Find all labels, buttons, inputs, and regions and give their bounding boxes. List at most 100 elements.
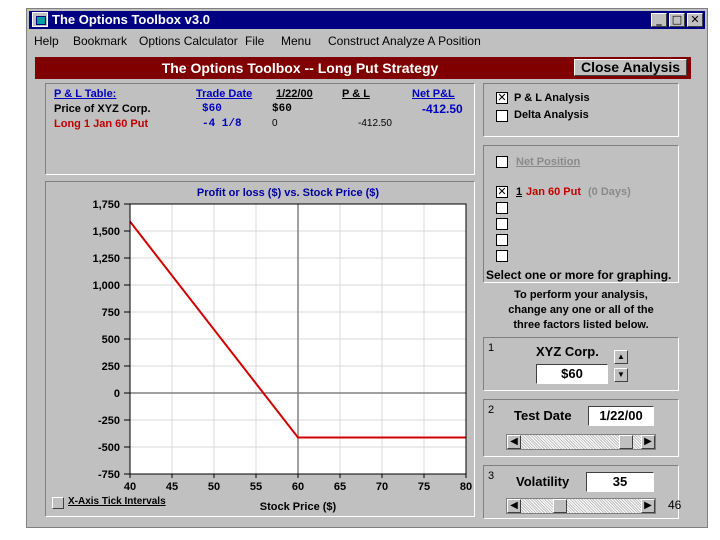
factor-2-label: Test Date	[514, 408, 572, 423]
close-analysis-button[interactable]: Close Analysis	[574, 59, 687, 76]
x-tick-label: 75	[418, 481, 430, 493]
scroll-right-icon[interactable]: ▶	[641, 499, 655, 513]
analysis-options: ✕ P & L Analysis Delta Analysis	[483, 83, 679, 137]
col-date: 1/22/00	[276, 88, 313, 100]
strategy-title: The Options Toolbox -- Long Put Strategy	[161, 60, 439, 76]
net-position-checkbox[interactable]	[496, 156, 508, 168]
scroll-left-icon[interactable]: ◀	[507, 435, 521, 449]
instruction-line-3: three factors listed below.	[513, 319, 649, 331]
instruction-line-2: change any one or all of the	[508, 304, 654, 316]
test-date-field[interactable]: 1/22/00	[588, 406, 654, 426]
chart-title: Profit or loss ($) vs. Stock Price ($)	[197, 187, 380, 199]
xaxis-tick-toggle[interactable]	[52, 497, 64, 509]
close-icon[interactable]: ✕	[687, 13, 703, 27]
factor-3-label: Volatility	[516, 474, 570, 489]
delta-analysis-checkbox[interactable]	[496, 110, 508, 122]
net-position-label: Net Position	[516, 156, 581, 168]
factor-1-num: 1	[488, 342, 495, 354]
y-tick-label: 500	[102, 334, 120, 346]
y-tick-label: -750	[98, 469, 120, 481]
net-pl-value: -412.50	[422, 102, 463, 116]
y-tick-label: 1,500	[92, 226, 120, 238]
menu-bar: Help Bookmark Options Calculator File Me…	[29, 31, 705, 51]
factor-1-label: XYZ Corp.	[536, 344, 599, 359]
window-title: The Options Toolbox v3.0	[52, 12, 210, 27]
title-bar[interactable]: The Options Toolbox v3.0 _ □ ✕	[29, 11, 705, 29]
x-tick-label: 45	[166, 481, 178, 493]
factor-3-box: 3 Volatility 35 ◀ ▶	[483, 465, 679, 519]
position-3-checkbox[interactable]	[496, 218, 508, 230]
col-net-pl: Net P&L	[412, 88, 455, 100]
maximize-icon[interactable]: □	[669, 13, 685, 27]
positions-list: Net Position ✕ 1 Jan 60 Put (0 Days) Sel…	[483, 145, 679, 283]
price-down-icon[interactable]: ▼	[614, 368, 628, 382]
y-tick-label: 0	[114, 388, 120, 400]
x-tick-label: 40	[124, 481, 136, 493]
app-icon[interactable]	[32, 12, 48, 27]
test-date-thumb[interactable]	[618, 435, 633, 449]
delta-analysis-label: Delta Analysis	[514, 109, 589, 121]
menu-file[interactable]: File	[245, 31, 264, 51]
row-price-trade: $60	[202, 103, 222, 115]
y-tick-label: -250	[98, 415, 120, 427]
factor-2-box: 2 Test Date 1/22/00 ◀ ▶	[483, 399, 679, 457]
col-trade-date: Trade Date	[196, 88, 253, 100]
y-tick-label: 250	[102, 361, 120, 373]
page-number: 46	[668, 498, 682, 512]
pl-chart: Profit or loss ($) vs. Stock Price ($) St…	[92, 187, 472, 513]
row-price-date: $60	[272, 103, 292, 115]
position-1-checkbox[interactable]: ✕	[496, 186, 508, 198]
x-axis-label: Stock Price ($)	[260, 501, 337, 513]
y-tick-label: -500	[98, 442, 120, 454]
pl-table-label: P & L Table:	[54, 88, 117, 100]
scroll-left-icon[interactable]: ◀	[507, 499, 521, 513]
factor-1-box: 1 XYZ Corp. $60 ▲ ▼	[483, 337, 679, 391]
pl-table: P & L Table: Trade Date 1/22/00 P & L Ne…	[45, 83, 475, 175]
menu-help[interactable]: Help	[34, 31, 59, 51]
xaxis-tick-label: X-Axis Tick Intervals	[68, 496, 166, 507]
x-tick-label: 55	[250, 481, 262, 493]
row-price-label: Price of XYZ Corp.	[54, 103, 151, 115]
scroll-right-icon[interactable]: ▶	[641, 435, 655, 449]
y-tick-label: 1,000	[92, 280, 120, 292]
position-4-checkbox[interactable]	[496, 234, 508, 246]
price-up-icon[interactable]: ▲	[614, 350, 628, 364]
test-date-scrollbar[interactable]: ◀ ▶	[506, 434, 656, 450]
strategy-panel: The Options Toolbox -- Long Put Strategy…	[35, 57, 691, 521]
volatility-scrollbar[interactable]: ◀ ▶	[506, 498, 656, 514]
menu-menu[interactable]: Menu	[281, 31, 311, 51]
row-put-label: Long 1 Jan 60 Put	[54, 118, 149, 130]
strategy-header: The Options Toolbox -- Long Put Strategy…	[35, 57, 691, 79]
x-tick-label: 80	[460, 481, 472, 493]
menu-construct-analyze[interactable]: Construct Analyze A Position	[328, 31, 481, 51]
pl-analysis-checkbox[interactable]: ✕	[496, 92, 508, 104]
y-tick-label: 750	[102, 307, 120, 319]
y-tick-label: 1,750	[92, 199, 120, 211]
row-put-trade: -4 1/8	[202, 118, 242, 130]
instruction-line-1: To perform your analysis,	[514, 289, 648, 301]
position-5-checkbox[interactable]	[496, 250, 508, 262]
select-hint: Select one or more for graphing.	[486, 268, 672, 282]
menu-bookmark[interactable]: Bookmark	[73, 31, 127, 51]
xyz-price-field[interactable]: $60	[536, 364, 608, 384]
app-window: The Options Toolbox v3.0 _ □ ✕ Help Book…	[26, 8, 708, 528]
x-tick-label: 70	[376, 481, 388, 493]
position-1-name: Jan 60 Put	[526, 186, 582, 198]
minimize-icon[interactable]: _	[651, 13, 667, 27]
volatility-field[interactable]: 35	[586, 472, 654, 492]
x-tick-label: 60	[292, 481, 304, 493]
row-put-pl: -412.50	[358, 118, 392, 129]
position-1-days: (0 Days)	[588, 186, 631, 198]
x-tick-label: 65	[334, 481, 346, 493]
y-tick-label: 1,250	[92, 253, 120, 265]
position-1-qty: 1	[516, 186, 523, 198]
factor-3-num: 3	[488, 470, 495, 482]
volatility-thumb[interactable]	[552, 499, 567, 513]
col-pl: P & L	[342, 88, 370, 100]
factor-2-num: 2	[488, 404, 495, 416]
chart-frame: Profit or loss ($) vs. Stock Price ($) St…	[45, 181, 475, 517]
pl-analysis-label: P & L Analysis	[514, 92, 590, 104]
menu-options-calculator[interactable]: Options Calculator	[139, 31, 238, 51]
position-2-checkbox[interactable]	[496, 202, 508, 214]
x-tick-label: 50	[208, 481, 220, 493]
